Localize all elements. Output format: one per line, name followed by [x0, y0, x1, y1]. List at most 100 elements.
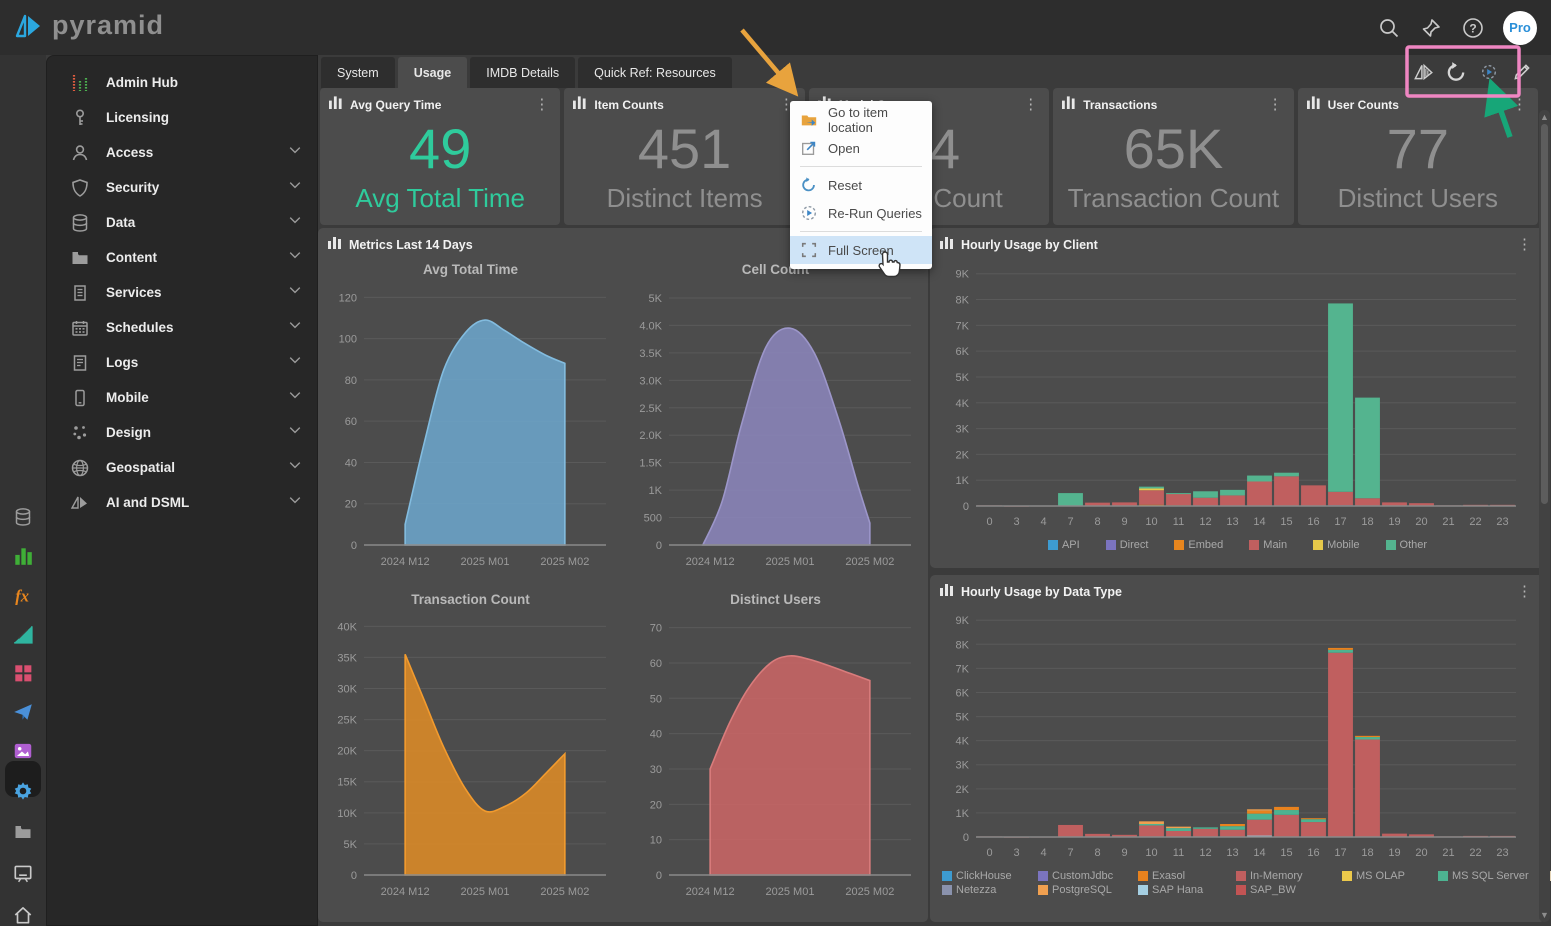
pin-icon[interactable]: [1419, 16, 1443, 40]
menu-item-full-screen[interactable]: Full Screen: [790, 236, 932, 264]
legend-label: ClickHouse: [956, 870, 1012, 882]
legend-item-embed[interactable]: Embed: [1174, 539, 1223, 551]
kpi-bars-icon: [1062, 95, 1076, 114]
svg-text:2025 M01: 2025 M01: [461, 886, 510, 898]
chevron-down-icon[interactable]: [287, 247, 303, 268]
goto-location-icon: [800, 111, 818, 129]
svg-text:4: 4: [1040, 516, 1046, 528]
pyramid-glyph-icon[interactable]: [1412, 61, 1434, 83]
legend-swatch: [1106, 540, 1116, 550]
search-icon[interactable]: [1377, 16, 1401, 40]
chevron-down-icon[interactable]: [287, 282, 303, 303]
help-question-icon[interactable]: ?: [1544, 61, 1551, 83]
vertical-scrollbar[interactable]: ▲ ▼: [1539, 110, 1550, 922]
bar-chart-icon[interactable]: [11, 544, 35, 568]
folder-icon[interactable]: [11, 820, 35, 844]
legend-item-postgresql[interactable]: PostgreSQL: [1038, 884, 1138, 896]
kebab-menu-icon[interactable]: ⋮: [1509, 100, 1530, 110]
formula-icon[interactable]: fx: [11, 583, 35, 607]
legend-item-exasol[interactable]: Exasol: [1138, 870, 1236, 882]
chevron-down-icon[interactable]: [287, 457, 303, 478]
legend-item-main[interactable]: Main: [1249, 539, 1287, 551]
svg-text:25K: 25K: [337, 715, 357, 727]
folder-icon: [69, 248, 91, 268]
legend-item-sap-hana[interactable]: SAP Hana: [1138, 884, 1236, 896]
illustrate-icon[interactable]: [11, 622, 35, 646]
chevron-down-icon[interactable]: [287, 212, 303, 233]
svg-text:13: 13: [1226, 847, 1238, 859]
sidebar-item-schedules[interactable]: Schedules: [47, 310, 317, 345]
person-icon: [69, 143, 91, 163]
publish-icon[interactable]: [11, 700, 35, 724]
sidebar-item-access[interactable]: Access: [47, 135, 317, 170]
sidebar-item-services[interactable]: Services: [47, 275, 317, 310]
edit-pencil-icon[interactable]: [1511, 61, 1533, 83]
svg-text:80: 80: [345, 375, 357, 387]
legend-item-ms-sql-server[interactable]: MS SQL Server: [1438, 870, 1550, 882]
sidebar-item-mobile[interactable]: Mobile: [47, 380, 317, 415]
tab-quick-ref-resources[interactable]: Quick Ref: Resources: [578, 57, 732, 88]
tab-imdb-details[interactable]: IMDB Details: [470, 57, 575, 88]
chevron-down-icon[interactable]: [287, 177, 303, 198]
legend-swatch: [1038, 871, 1048, 881]
chevron-down-icon[interactable]: [287, 352, 303, 373]
legend-item-customjdbc[interactable]: CustomJdbc: [1038, 870, 1138, 882]
svg-text:2.0K: 2.0K: [639, 430, 662, 442]
legend-label: MS OLAP: [1356, 870, 1405, 882]
sidebar-item-ai-and-dsml[interactable]: AI and DSML: [47, 485, 317, 520]
presentation-icon[interactable]: [11, 861, 35, 885]
svg-text:1K: 1K: [956, 475, 970, 487]
legend-item-sap-bw[interactable]: SAP_BW: [1236, 884, 1342, 896]
sidebar-item-content[interactable]: Content: [47, 240, 317, 275]
chevron-down-icon[interactable]: [287, 422, 303, 443]
legend-item-ms-olap[interactable]: MS OLAP: [1342, 870, 1438, 882]
legend-item-api[interactable]: API: [1048, 539, 1080, 551]
chevron-down-icon[interactable]: [287, 492, 303, 513]
chevron-down-icon[interactable]: [287, 317, 303, 338]
menu-item-reset[interactable]: Reset: [790, 171, 932, 199]
scroll-up-arrow[interactable]: ▲: [1539, 112, 1550, 122]
tab-system[interactable]: System: [321, 57, 395, 88]
sidebar-item-admin-hub[interactable]: Admin Hub: [47, 65, 317, 100]
chevron-down-icon[interactable]: [287, 142, 303, 163]
tab-usage[interactable]: Usage: [398, 57, 468, 88]
kebab-menu-icon[interactable]: ⋮: [1265, 100, 1286, 110]
sidebar-item-data[interactable]: Data: [47, 205, 317, 240]
legend-item-netezza[interactable]: Netezza: [942, 884, 1038, 896]
image-icon[interactable]: [11, 739, 35, 763]
sidebar-item-logs[interactable]: Logs: [47, 345, 317, 380]
area-chart-plot: 0102030405060702024 M122025 M012025 M02: [623, 607, 928, 908]
sidebar-item-licensing[interactable]: Licensing: [47, 100, 317, 135]
chevron-down-icon[interactable]: [287, 387, 303, 408]
grid-apps-icon[interactable]: [11, 661, 35, 685]
legend-label: Direct: [1120, 539, 1149, 551]
admin-gear-icon[interactable]: [11, 779, 35, 803]
menu-item-open[interactable]: Open: [790, 134, 932, 162]
menu-item-re-run-queries[interactable]: Re-Run Queries: [790, 199, 932, 227]
sidebar-item-geospatial[interactable]: Geospatial: [47, 450, 317, 485]
help-icon[interactable]: ?: [1461, 16, 1485, 40]
legend-item-mobile[interactable]: Mobile: [1313, 539, 1359, 551]
legend-item-other[interactable]: Other: [1386, 539, 1428, 551]
legend-item-clickhouse[interactable]: ClickHouse: [942, 870, 1038, 882]
sidebar-item-security[interactable]: Security: [47, 170, 317, 205]
rerun-queries-icon[interactable]: [1478, 61, 1500, 83]
kebab-menu-icon[interactable]: ⋮: [1020, 100, 1041, 110]
sidebar-item-design[interactable]: Design: [47, 415, 317, 450]
home-icon[interactable]: [11, 903, 35, 926]
kebab-menu-icon[interactable]: ⋮: [531, 100, 552, 110]
scroll-thumb[interactable]: [1541, 124, 1548, 504]
svg-text:3.0K: 3.0K: [639, 375, 662, 387]
svg-text:4K: 4K: [956, 736, 970, 748]
database-icon[interactable]: [11, 505, 35, 529]
scroll-down-arrow[interactable]: ▼: [1539, 910, 1550, 920]
menu-item-go-to-item-location[interactable]: Go to item location: [790, 106, 932, 134]
context-menu: Go to item locationOpen ResetRe-Run Queri…: [790, 101, 932, 269]
legend-item-in-memory[interactable]: In-Memory: [1236, 870, 1342, 882]
kebab-menu-icon[interactable]: ⋮: [1514, 587, 1535, 597]
kebab-menu-icon[interactable]: ⋮: [1514, 240, 1535, 250]
legend-item-direct[interactable]: Direct: [1106, 539, 1149, 551]
reset-icon[interactable]: [1445, 61, 1467, 83]
profile-avatar[interactable]: Pro: [1503, 11, 1537, 45]
mini-chart-distinct-users: Distinct Users0102030405060702024 M12202…: [623, 584, 928, 914]
